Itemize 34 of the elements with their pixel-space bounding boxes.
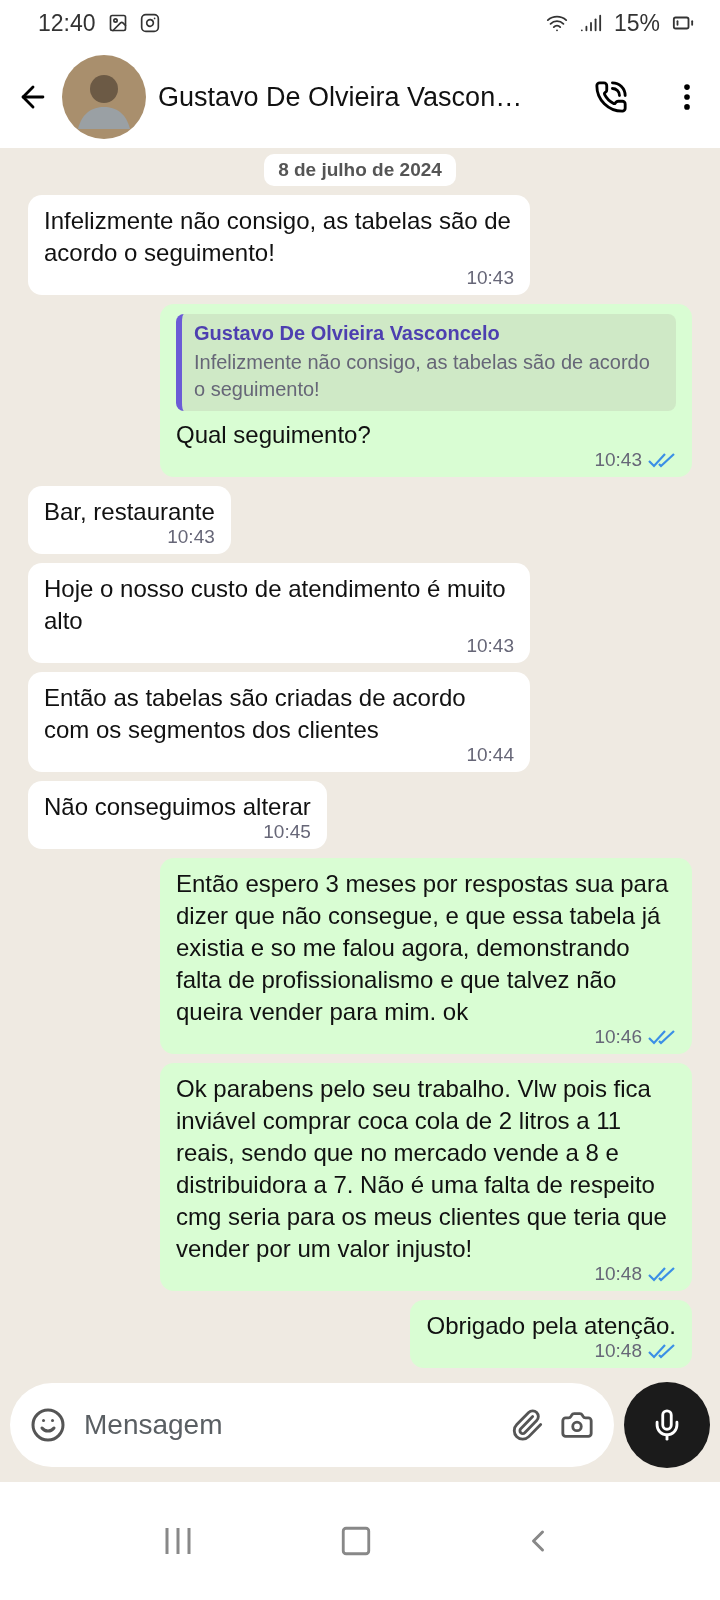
message-text: Não conseguimos alterar: [44, 792, 311, 822]
message-text: Infelizmente não consigo, as tabelas são de acordo o seguimento!: [44, 206, 512, 268]
contact-name[interactable]: Gustavo De Olvieira Vascon…: [158, 81, 582, 113]
quote-author: Gustavo De Olvieira Vasconcelo: [194, 322, 501, 345]
gallery-icon: [107, 13, 128, 33]
quote-text: Infelizmente não consigo, as tabelas são de acordo o seguimento!: [194, 350, 651, 402]
message-text: Qual seguimento?: [176, 420, 372, 450]
message-input[interactable]: Mensagem: [82, 1408, 494, 1442]
message-text: Então espero 3 meses por respostas sua para dizer que não consegue, e que essa tabela já existia e so me falou agora, demonstrando falta de profissionalismo e que talvez não queira vender para mim. ok: [176, 869, 670, 1027]
date-chip: 8 de julho de 2024: [264, 154, 456, 186]
battery-percentage: 15%: [613, 9, 660, 37]
sticker-icon[interactable]: [30, 1407, 66, 1443]
message-time: 10:48: [594, 1340, 642, 1362]
message-text: Bar, restaurante: [44, 497, 215, 527]
status-time: 12:40: [38, 9, 96, 37]
instagram-icon: [139, 13, 160, 33]
attach-icon[interactable]: [510, 1408, 544, 1442]
message-time: 10:43: [466, 635, 514, 657]
message-field[interactable]: Mensagem: [10, 1383, 614, 1467]
signal-icon: [579, 12, 602, 34]
message-time: 10:46: [594, 1026, 642, 1048]
message-text: Então as tabelas são criadas de acordo com os segmentos dos clientes: [44, 683, 467, 745]
message-time: 10:48: [594, 1263, 642, 1285]
message-time: 10:45: [263, 821, 311, 843]
message-text: Ok parabens pelo seu trabalho. Vlw pois fica inviável comprar coca cola de 2 litros a 11 reais, sendo que no mercado vende a 8 e distribuidora a 7. Não é uma falta de respeito cmg seria para os meus clientes que teria que vender por um valor injusto!: [176, 1074, 668, 1264]
message-time: 10:43: [167, 526, 215, 548]
home-icon[interactable]: [339, 1524, 373, 1558]
message-text: Obrigado pela atenção.: [426, 1311, 676, 1341]
message-time: 10:43: [466, 267, 514, 289]
message-time: 10:44: [466, 744, 514, 766]
message-text: Hoje o nosso custo de atendimento é muito alto: [44, 574, 507, 636]
recent-apps-icon[interactable]: [163, 1526, 192, 1556]
message-time: 10:43: [594, 449, 642, 471]
avatar[interactable]: [62, 55, 146, 139]
